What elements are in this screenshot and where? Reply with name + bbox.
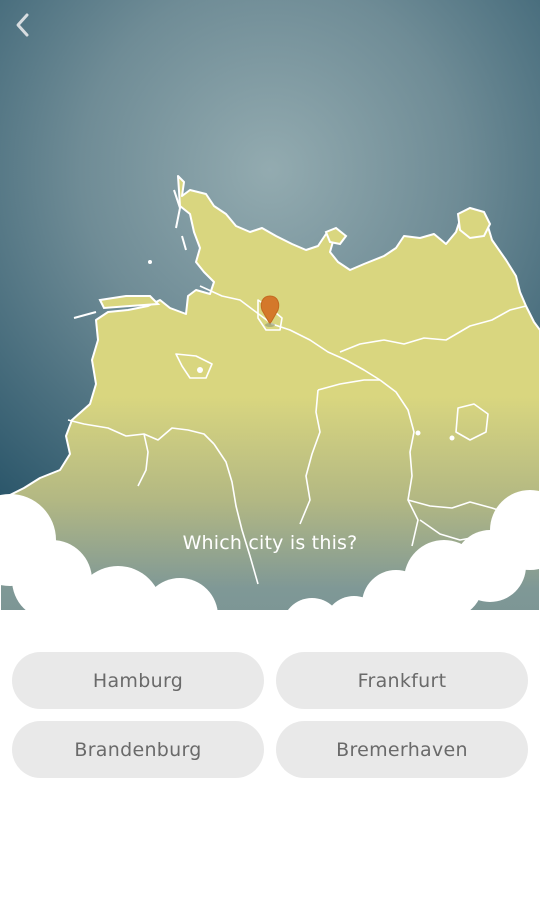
back-button[interactable] [12,12,46,46]
question-text: Which city is this? [182,532,358,554]
island [456,206,492,240]
chevron-left-icon [16,13,29,37]
answer-grid: Hamburg Frankfurt Brandenburg Bremerhave… [12,652,528,778]
answer-button-hamburg[interactable]: Hamburg [12,652,264,709]
map-scene: Which city is this? [0,0,540,640]
answer-button-bremerhaven[interactable]: Bremerhaven [276,721,528,778]
answer-button-frankfurt[interactable]: Frankfurt [276,652,528,709]
answer-button-brandenburg[interactable]: Brandenburg [12,721,264,778]
